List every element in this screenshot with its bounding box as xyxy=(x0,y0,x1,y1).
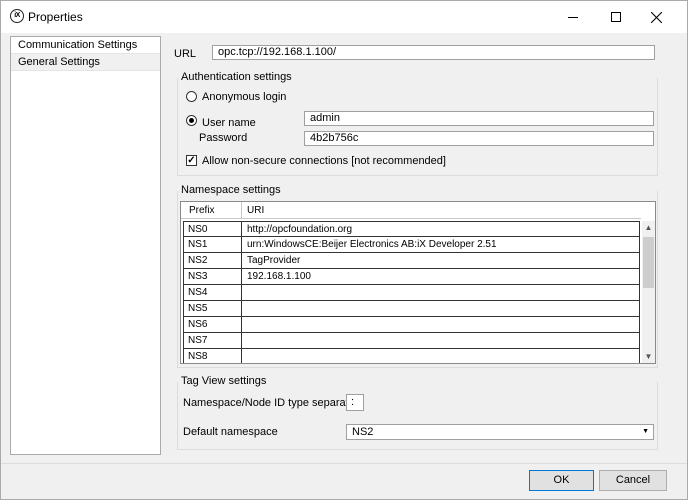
scroll-down-icon[interactable]: ▼ xyxy=(642,350,655,363)
maximize-icon xyxy=(611,12,621,22)
table-header: Prefix URI xyxy=(181,202,641,219)
default-namespace-select[interactable]: NS2 ▼ xyxy=(346,424,654,440)
table-row[interactable]: NS8 xyxy=(183,349,640,363)
cancel-button[interactable]: Cancel xyxy=(599,470,667,491)
table-row[interactable]: NS6 xyxy=(183,317,640,333)
table-row[interactable]: NS7 xyxy=(183,333,640,349)
password-input[interactable]: 4b2b756c xyxy=(304,131,654,146)
table-row[interactable]: NS2 TagProvider xyxy=(183,253,640,269)
close-icon xyxy=(650,11,662,23)
default-namespace-value: NS2 xyxy=(352,426,374,438)
table-row[interactable]: NS3 192.168.1.100 xyxy=(183,269,640,285)
sidebar-item-general-settings[interactable]: General Settings xyxy=(11,54,160,71)
anonymous-radio[interactable] xyxy=(186,91,197,102)
settings-sidebar: Communication Settings General Settings xyxy=(10,36,161,455)
title-bar: iX Properties xyxy=(1,1,687,33)
username-radio[interactable] xyxy=(186,115,197,126)
column-header-uri[interactable]: URI xyxy=(241,202,264,219)
separator-label: Namespace/Node ID type separator xyxy=(183,397,359,409)
url-label: URL xyxy=(174,48,197,60)
password-label: Password xyxy=(199,132,248,144)
table-row[interactable]: NS1 urn:WindowsCE:Beijer Electronics AB:i… xyxy=(183,237,640,253)
minimize-icon xyxy=(568,16,578,18)
table-rows: NS0 http://opcfoundation.org NS1 urn:Windo… xyxy=(183,221,640,363)
app-icon: iX xyxy=(10,9,24,23)
default-namespace-label: Default namespace xyxy=(183,426,278,438)
table-row[interactable]: NS5 xyxy=(183,301,640,317)
table-vertical-scrollbar[interactable]: ▲ ▼ xyxy=(642,221,655,363)
close-button[interactable] xyxy=(633,1,679,33)
namespace-table: Prefix URI NS0 http://opcfoundation.org N… xyxy=(180,201,656,364)
ok-button[interactable]: OK xyxy=(529,470,594,491)
minimize-button[interactable] xyxy=(550,1,596,33)
url-input[interactable]: opc.tcp://192.168.1.100/ xyxy=(212,45,655,60)
scroll-up-icon[interactable]: ▲ xyxy=(642,221,655,234)
username-input[interactable]: admin xyxy=(304,111,654,126)
table-row[interactable]: NS0 http://opcfoundation.org xyxy=(183,221,640,237)
properties-window: iX Properties Communication Settings Gen… xyxy=(0,0,688,500)
scrollbar-thumb[interactable] xyxy=(643,237,654,288)
username-label: User name xyxy=(202,117,256,129)
anonymous-label: Anonymous login xyxy=(202,91,287,103)
window-title: Properties xyxy=(28,10,83,24)
table-row[interactable]: NS4 xyxy=(183,285,640,301)
separator-input[interactable]: : xyxy=(346,394,364,411)
column-header-prefix[interactable]: Prefix xyxy=(183,202,215,219)
allow-nonsecure-label: Allow non-secure connections [not recomm… xyxy=(202,155,446,167)
dropdown-caret-icon: ▼ xyxy=(642,428,649,435)
sidebar-item-communication-settings[interactable]: Communication Settings xyxy=(11,37,160,54)
allow-nonsecure-checkbox[interactable]: ✓ xyxy=(186,155,197,166)
